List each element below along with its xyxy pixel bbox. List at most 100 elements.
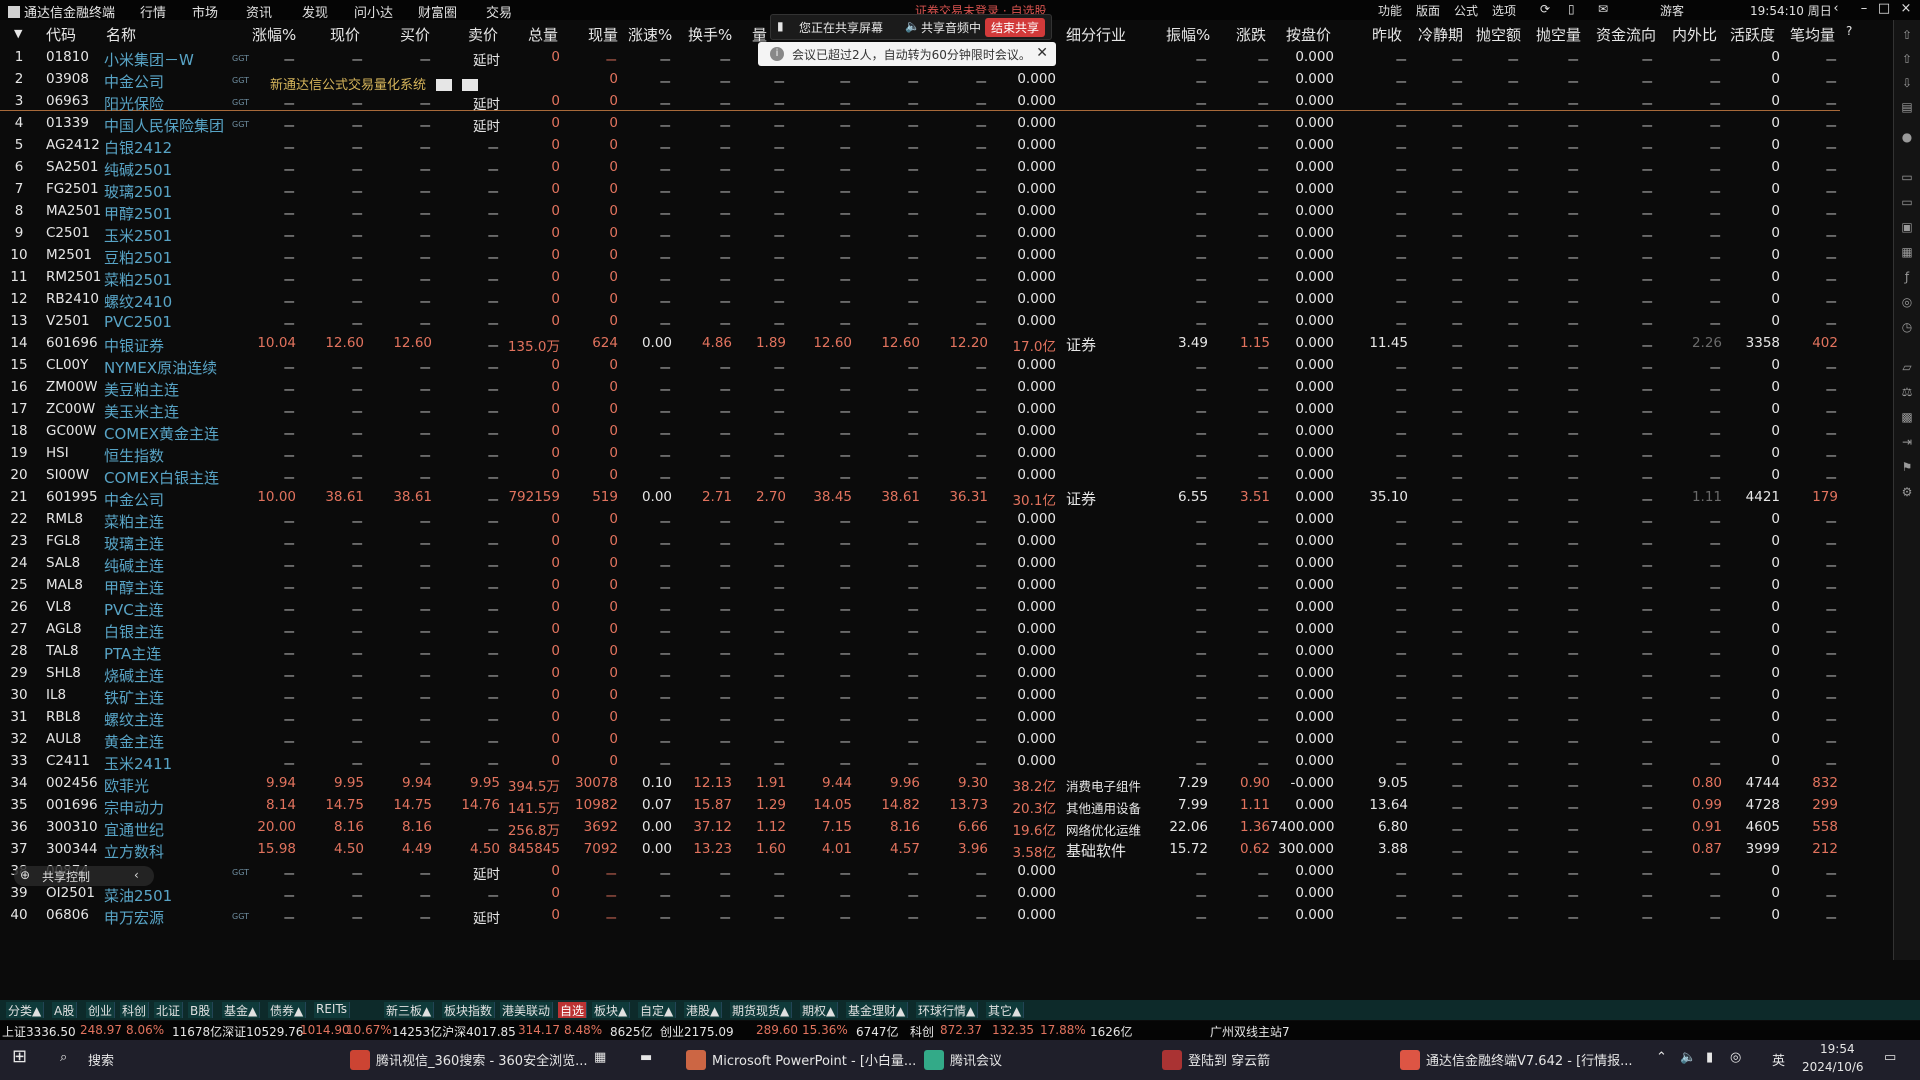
server-name[interactable]: 广州双线主站7 <box>1210 1023 1290 1040</box>
stock-name[interactable]: 白银2412 <box>104 137 232 158</box>
tab-13[interactable]: 板块▲ <box>592 1002 631 1018</box>
share-float-control[interactable]: ⊕ 共享控制 ‹ <box>14 866 154 886</box>
table-row[interactable]: 37 300344 立方数科 15.98 4.50 4.49 4.50 845845 7092 0… <box>0 839 1890 861</box>
tab-5[interactable]: B股 <box>188 1002 214 1018</box>
tab-16[interactable]: 期货现货▲ <box>730 1002 793 1018</box>
col-fund-flow[interactable]: 资金流向 <box>1596 24 1656 45</box>
phone-icon[interactable]: ▯ <box>1568 2 1575 16</box>
refresh-icon[interactable]: ⟳ <box>1540 2 1550 16</box>
stock-name[interactable]: 欧菲光 <box>104 775 232 796</box>
tab-0[interactable]: 分类▲ <box>6 1002 45 1018</box>
stock-name[interactable]: 黄金主连 <box>104 731 232 752</box>
taskbar-powerpoint[interactable]: Microsoft PowerPoint - [小白量... <box>686 1050 916 1070</box>
stock-name[interactable]: 白银主连 <box>104 621 232 642</box>
menu-ask[interactable]: 问小达 <box>354 2 393 21</box>
col-activity[interactable]: 活跃度 <box>1730 24 1775 45</box>
stock-name[interactable]: 菜粕主连 <box>104 511 232 532</box>
chart-icon[interactable]: ▤ <box>1899 100 1915 114</box>
col-in-out[interactable]: 内外比 <box>1672 24 1717 45</box>
menu-news[interactable]: 资讯 <box>246 2 272 21</box>
taskbar-date[interactable]: 2024/10/6 <box>1802 1060 1864 1074</box>
stock-name[interactable]: NYMEX原油连续 <box>104 357 232 378</box>
idx-hs[interactable]: 14253亿沪深4017.85 <box>392 1023 516 1040</box>
stock-name[interactable]: 宜通世纪 <box>104 819 232 840</box>
stock-name[interactable]: 螺纹2410 <box>104 291 232 312</box>
mic-icon[interactable]: ▮ <box>1706 1050 1713 1065</box>
table-row[interactable]: 21 601995 中金公司 10.00 38.61 38.61 － 792159 519 0.0… <box>0 487 1890 509</box>
col-amplitude[interactable]: 振幅% <box>1166 24 1210 45</box>
wechat-icon[interactable]: ◎ <box>1730 1050 1741 1065</box>
table-row[interactable]: 24 SAL8 纯碱主连 － － － － 0 0 － － － － － － 0.000 － － 0.000 － － － － － －… <box>0 553 1890 575</box>
stock-name[interactable]: 美豆粕主连 <box>104 379 232 400</box>
stock-name[interactable]: 铁矿主连 <box>104 687 232 708</box>
stock-name[interactable]: 恒生指数 <box>104 445 232 466</box>
col-cooling[interactable]: 冷静期 <box>1418 24 1463 45</box>
stock-name[interactable]: 菜油2501 <box>104 885 232 906</box>
tab-3[interactable]: 科创 <box>120 1002 150 1018</box>
col-turnover[interactable]: 换手% <box>688 24 732 45</box>
table-row[interactable]: 22 RML8 菜粕主连 － － － － 0 0 － － － － － － 0.000 － － 0.000 － － － － － －… <box>0 509 1890 531</box>
stock-name[interactable]: 纯碱主连 <box>104 555 232 576</box>
table-row[interactable]: 3800874GGT－－－延时0－－－－－－－0.000－－0.000－－－－－… <box>0 861 1890 883</box>
tab-15[interactable]: 港股▲ <box>684 1002 723 1018</box>
arrow-up-icon[interactable]: ⇧ <box>1899 28 1915 42</box>
table-row[interactable]: 7 FG2501 玻璃2501 － － － － 0 0 － － － － － － 0.000 － － 0.000 － － －… <box>0 179 1890 201</box>
col-industry[interactable]: 细分行业 <box>1066 24 1126 45</box>
stock-name[interactable]: 宗申动力 <box>104 797 232 818</box>
col-avg-vol[interactable]: 笔均量 <box>1790 24 1835 45</box>
user-label[interactable]: 游客 <box>1660 2 1684 19</box>
table-row[interactable]: 13 V2501 PVC2501 － － － － 0 0 － － － － － － 0.000 － － 0.000 － －… <box>0 311 1890 333</box>
col-price[interactable]: 现价 <box>330 24 360 45</box>
stock-name[interactable]: PVC2501 <box>104 313 232 331</box>
document-icon[interactable]: ▭ <box>1899 170 1915 184</box>
tab-17[interactable]: 期权▲ <box>800 1002 839 1018</box>
col-bid[interactable]: 买价 <box>400 24 430 45</box>
table-row[interactable]: 30 IL8 铁矿主连 － － － － 0 0 － － － － － － 0.000 － － 0.000 － － － － － － 0… <box>0 685 1890 707</box>
idx-sz[interactable]: 11678亿深证10529.76 <box>172 1023 303 1040</box>
table-row[interactable]: 27 AGL8 白银主连 － － － － 0 0 － － － － － － 0.000 － － 0.000 － － － － － －… <box>0 619 1890 641</box>
table-row[interactable]: 9 C2501 玉米2501 － － － － 0 0 － － － － － － 0.000 － － 0.000 － － － －… <box>0 223 1890 245</box>
col-ask[interactable]: 卖价 <box>468 24 498 45</box>
tab-4[interactable]: 北证 <box>154 1002 184 1018</box>
col-settle[interactable]: 按盘价 <box>1286 24 1331 45</box>
stock-name[interactable]: 玻璃主连 <box>104 533 232 554</box>
taskbar-meeting[interactable]: 腾讯会议 <box>924 1050 1002 1070</box>
table-row[interactable]: 12 RB2410 螺纹2410 － － － － 0 0 － － － － － － 0.000 － － 0.000 － －… <box>0 289 1890 311</box>
copy-icon[interactable] <box>462 79 479 91</box>
col-speed[interactable]: 涨速% <box>628 24 672 45</box>
stock-name[interactable]: 阳光保险 <box>104 93 232 114</box>
table-row[interactable]: 35 001696 宗申动力 8.14 14.75 14.75 14.76 141.5万 109… <box>0 795 1890 817</box>
table-row[interactable]: 28 TAL8 PTA主连 － － － － 0 0 － － － － － － 0.000 － － 0.000 － － － － －… <box>0 641 1890 663</box>
stock-name[interactable]: PTA主连 <box>104 643 232 664</box>
chevron-left-icon[interactable]: ‹ <box>134 868 139 882</box>
stock-name[interactable]: COMEX白银主连 <box>104 467 232 488</box>
menu-trade[interactable]: 交易 <box>486 2 512 21</box>
windows-start-icon[interactable]: ⊞ <box>12 1046 27 1067</box>
table-row[interactable]: 40 06806 申万宏源 GGT －－－延时 0 －－－－－－－ 0.000 －－ 0.000 －… <box>0 905 1890 927</box>
alert-icon[interactable]: ⚑ <box>1899 460 1915 474</box>
stock-name[interactable]: COMEX黄金主连 <box>104 423 232 444</box>
table-row[interactable]: 10 M2501 豆粕2501 － － － － 0 0 － － － － － － 0.000 － － 0.000 － － －… <box>0 245 1890 267</box>
stock-name[interactable]: 中国人民保险集团 <box>104 115 232 136</box>
table-row[interactable]: 23 FGL8 玻璃主连 － － － － 0 0 － － － － － － 0.000 － － 0.000 － － － － － －… <box>0 531 1890 553</box>
menu-wealth[interactable]: 财富圈 <box>418 2 457 21</box>
stock-name[interactable]: 申万宏源 <box>104 907 232 928</box>
menu-discover[interactable]: 发现 <box>302 2 328 21</box>
tab-18[interactable]: 基金理财▲ <box>846 1002 909 1018</box>
scale-icon[interactable]: ⚖ <box>1899 385 1915 399</box>
clock-icon[interactable]: ◷ <box>1899 320 1915 334</box>
maximize-button[interactable]: □ <box>1874 1 1894 16</box>
stock-name[interactable]: 玉米2411 <box>104 753 232 774</box>
taskbar-browser[interactable]: 腾讯视信_360搜索 - 360安全浏览... <box>350 1050 587 1070</box>
sort-arrow-icon[interactable]: ▼ <box>14 27 22 40</box>
stock-name[interactable]: 纯碱2501 <box>104 159 232 180</box>
col-current-vol[interactable]: 现量 <box>588 24 618 45</box>
stock-name[interactable]: 玉米2501 <box>104 225 232 246</box>
tab-20[interactable]: 其它▲ <box>986 1002 1025 1018</box>
menu-formula[interactable]: 公式 <box>1454 2 1478 19</box>
stock-name[interactable]: 甲醇2501 <box>104 203 232 224</box>
window-icon[interactable] <box>436 79 453 91</box>
tab-7[interactable]: 债券▲ <box>268 1002 307 1018</box>
tab-2[interactable]: 创业 <box>86 1002 116 1018</box>
table-row[interactable]: 3 06963 阳光保险 GGT －－－延时 0 0 －－－－－－ 0.000 －－ 0.000 －－… <box>0 91 1890 113</box>
